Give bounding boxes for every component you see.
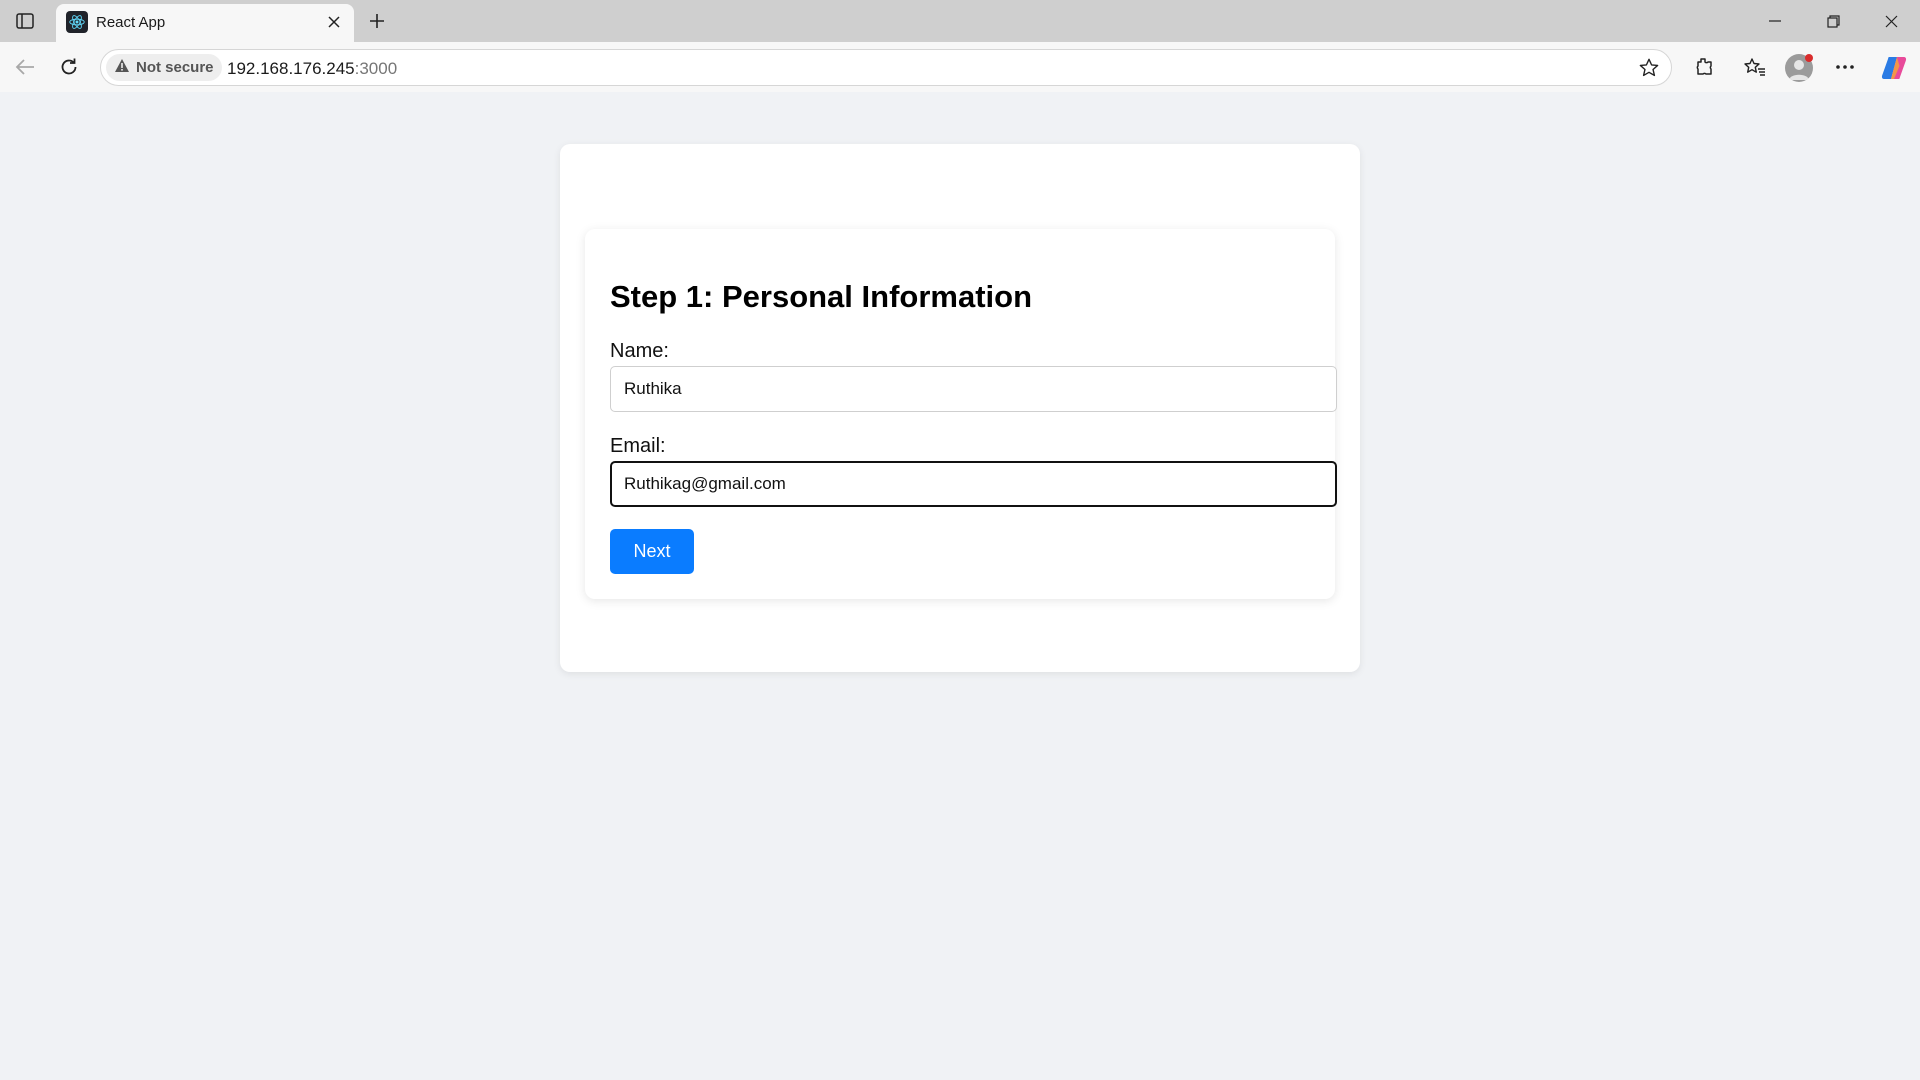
browser-toolbar: Not secure 192.168.176.245:3000 <box>0 42 1920 92</box>
favorite-star-icon[interactable] <box>1637 56 1661 80</box>
more-options-icon[interactable] <box>1828 50 1862 84</box>
url-text[interactable]: 192.168.176.245:3000 <box>227 59 397 79</box>
outer-container-card: Step 1: Personal Information Name: Email… <box>560 144 1360 672</box>
copilot-icon[interactable] <box>1880 54 1908 82</box>
back-arrow-icon[interactable] <box>8 50 42 84</box>
refresh-icon[interactable] <box>52 50 86 84</box>
address-bar[interactable]: Not secure 192.168.176.245:3000 <box>100 49 1672 86</box>
close-window-icon[interactable] <box>1862 0 1920 42</box>
restore-icon[interactable] <box>1804 0 1862 42</box>
url-host: 192.168.176.245 <box>227 59 355 78</box>
sidebar-toggle-icon[interactable] <box>10 8 40 34</box>
security-label: Not secure <box>136 59 214 76</box>
site-info-button[interactable]: Not secure <box>106 54 222 81</box>
tab-strip: React App <box>0 0 1920 42</box>
warning-icon <box>114 58 130 78</box>
active-tab[interactable]: React App <box>56 4 354 42</box>
new-tab-icon[interactable] <box>362 6 392 36</box>
page-viewport: Step 1: Personal Information Name: Email… <box>4 92 1916 1076</box>
react-logo-icon <box>66 11 88 33</box>
step-title: Step 1: Personal Information <box>610 279 1033 314</box>
name-label: Name: <box>610 340 669 362</box>
tab-title: React App <box>96 14 166 31</box>
close-tab-icon[interactable] <box>324 12 344 32</box>
extensions-icon[interactable] <box>1686 50 1720 84</box>
next-button[interactable]: Next <box>610 529 694 574</box>
email-input[interactable] <box>610 461 1337 507</box>
favorites-icon[interactable] <box>1738 50 1772 84</box>
notification-dot-icon <box>1805 54 1813 62</box>
step-form-card: Step 1: Personal Information Name: Email… <box>585 229 1337 599</box>
email-label: Email: <box>610 435 666 457</box>
minimize-icon[interactable] <box>1746 0 1804 42</box>
name-input[interactable] <box>610 366 1337 412</box>
url-port: :3000 <box>354 59 398 78</box>
